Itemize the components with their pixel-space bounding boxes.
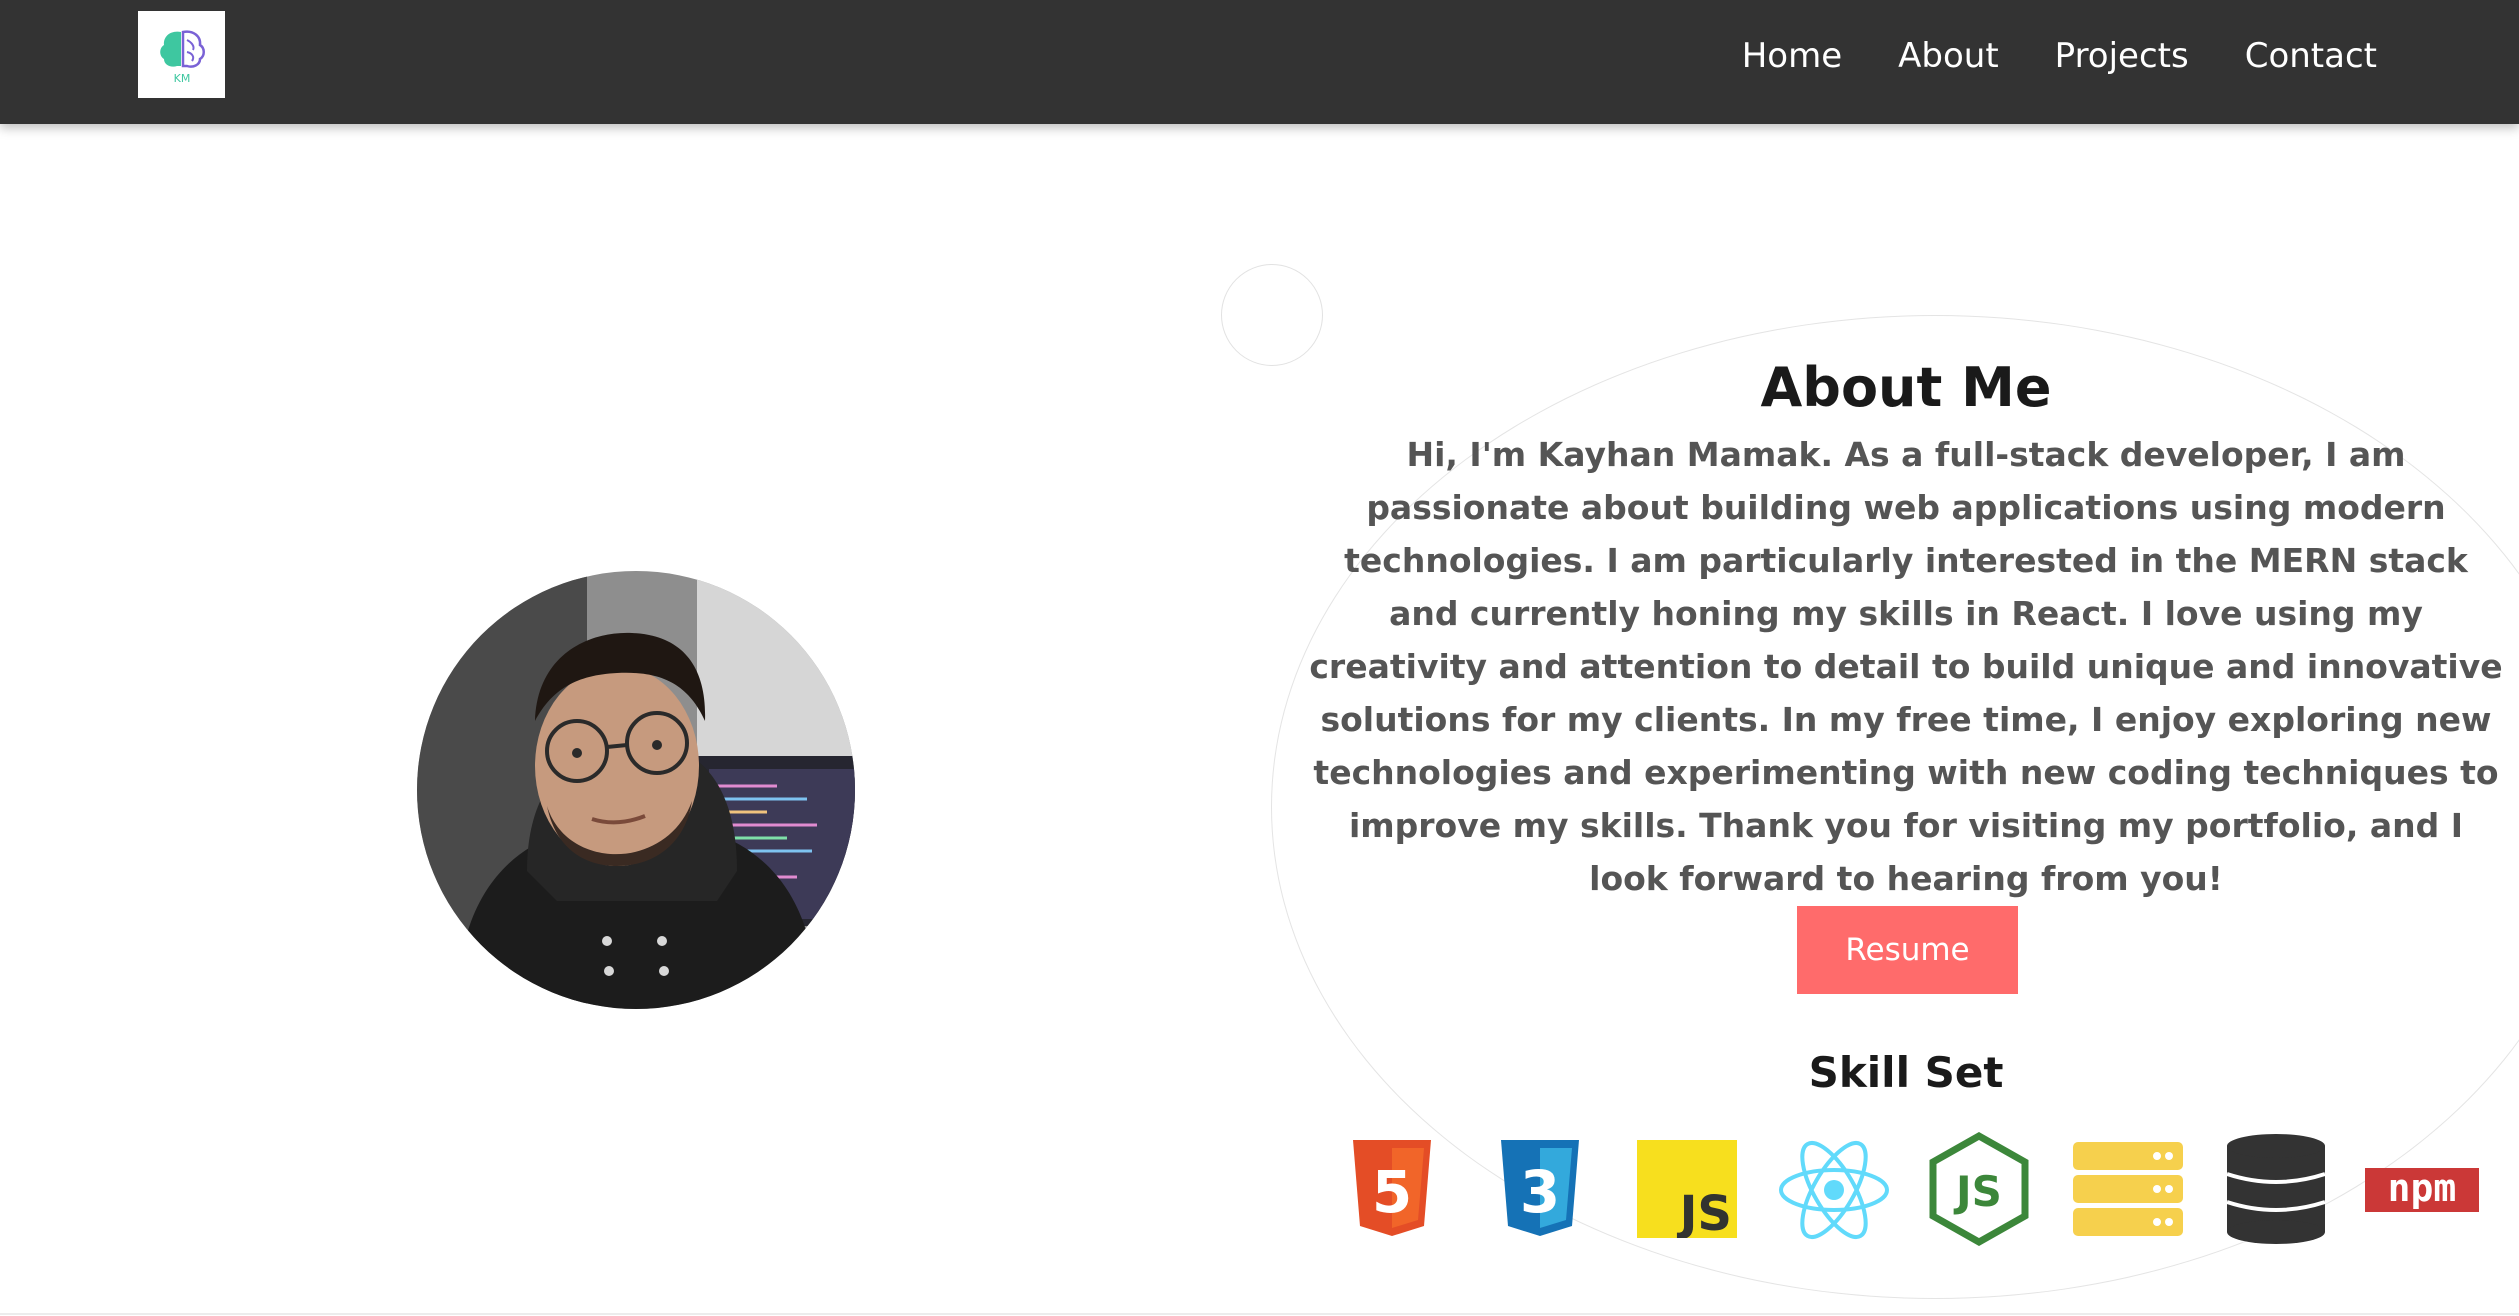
nav-about-link[interactable]: About [1898, 36, 1999, 76]
nav-contact-link[interactable]: Contact [2245, 36, 2377, 76]
html5-number: 5 [1372, 1158, 1412, 1226]
logo-text: KM [173, 72, 190, 85]
navbar: KM Home About Projects Contact [0, 0, 2519, 124]
npm-icon: npm [2365, 1168, 2479, 1212]
bottom-divider [0, 1313, 2519, 1315]
skill-set-title: Skill Set [1808, 1048, 2004, 1097]
server-icon [2073, 1142, 2183, 1236]
css3-number: 3 [1520, 1158, 1560, 1226]
javascript-icon: JS [1637, 1140, 1737, 1238]
about-title: About Me [1760, 356, 2052, 419]
logo[interactable]: KM [138, 11, 225, 98]
nodejs-text: JS [1953, 1167, 2002, 1216]
npm-text: npm [2388, 1168, 2457, 1210]
nav-links: Home About Projects Contact [1742, 0, 2377, 112]
database-icon [2226, 1134, 2326, 1244]
css3-icon: 3 [1501, 1140, 1579, 1236]
nav-home-link[interactable]: Home [1742, 36, 1842, 76]
brain-logo-icon: KM [159, 29, 205, 85]
html5-icon: 5 [1353, 1140, 1431, 1236]
react-icon [1779, 1141, 1889, 1239]
nav-projects-link[interactable]: Projects [2055, 36, 2189, 76]
resume-button[interactable]: Resume [1797, 906, 2018, 994]
decorative-circle-small [1221, 264, 1323, 366]
nodejs-icon: JS [1929, 1132, 2029, 1246]
javascript-text: JS [1677, 1186, 1732, 1238]
profile-photo [417, 571, 855, 1009]
about-paragraph: Hi, I'm Kayhan Mamak. As a full-stack de… [1309, 435, 2503, 898]
